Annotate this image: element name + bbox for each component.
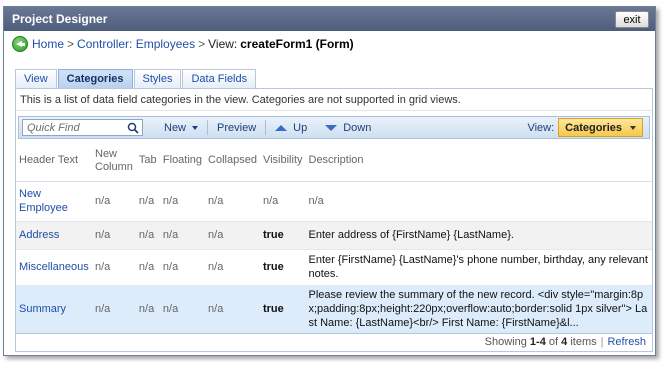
cell-description: Please review the summary of the new rec… <box>305 284 652 334</box>
cell-new-column: n/a <box>92 284 136 334</box>
tab-view[interactable]: View <box>15 69 57 88</box>
project-designer-window: Project Designer exit Home > Controller:… <box>3 6 656 356</box>
column-header-collapsed[interactable]: Collapsed <box>205 141 260 182</box>
new-button[interactable]: New <box>155 116 207 139</box>
breadcrumb-home[interactable]: Home <box>32 37 64 51</box>
cell-floating: n/a <box>159 181 206 222</box>
quick-find-box <box>22 119 143 136</box>
search-icon[interactable] <box>127 122 139 134</box>
cell-floating: n/a <box>159 284 206 334</box>
pager-range: 1-4 <box>529 335 546 348</box>
breadcrumb-separator: > <box>198 37 206 51</box>
breadcrumb-current: createForm1 (Form) <box>240 37 354 51</box>
table-row[interactable]: New Employee n/a n/a n/a n/a n/a n/a <box>16 181 652 222</box>
pager-divider: | <box>600 335 604 348</box>
cell-header-text[interactable]: Miscellaneous <box>16 249 92 286</box>
up-button-label: Up <box>293 121 308 134</box>
breadcrumb-current-prefix: View: <box>208 37 238 51</box>
new-button-label: New <box>164 121 187 134</box>
cell-collapsed: n/a <box>205 221 260 250</box>
pager-showing-prefix: Showing <box>484 335 527 348</box>
view-dropdown[interactable]: Categories <box>558 118 643 137</box>
column-header-visibility[interactable]: Visibility <box>259 141 306 182</box>
cell-header-text[interactable]: Address <box>16 221 92 250</box>
breadcrumb-separator: > <box>67 37 75 51</box>
cell-visibility: true <box>259 249 306 286</box>
categories-grid: Header Text New Column Tab Floating Coll… <box>16 141 652 334</box>
tab-categories[interactable]: Categories <box>57 69 133 88</box>
cell-visibility: n/a <box>259 181 306 222</box>
preview-button[interactable]: Preview <box>208 116 265 139</box>
arrow-up-icon <box>275 124 288 131</box>
column-header-floating[interactable]: Floating <box>159 141 206 182</box>
cell-visibility: true <box>259 284 306 334</box>
arrow-down-icon <box>325 124 338 131</box>
cell-collapsed: n/a <box>205 181 260 222</box>
cell-floating: n/a <box>159 249 206 286</box>
cell-description: n/a <box>305 181 652 222</box>
cell-new-column: n/a <box>92 249 136 286</box>
cell-floating: n/a <box>159 221 206 250</box>
cell-visibility: true <box>259 221 306 250</box>
pager-items-word: items <box>570 335 597 348</box>
pager-total: 4 <box>561 335 568 348</box>
table-row[interactable]: Summary n/a n/a n/a n/a true Please revi… <box>16 284 652 334</box>
pager-of: of <box>548 335 559 348</box>
cell-header-text[interactable]: New Employee <box>16 181 92 222</box>
categories-panel: This is a list of data field categories … <box>15 88 653 352</box>
cell-header-text[interactable]: Summary <box>16 284 92 334</box>
column-header-tab[interactable]: Tab <box>135 141 160 182</box>
cell-tab: n/a <box>135 221 160 250</box>
cell-tab: n/a <box>135 249 160 286</box>
cell-collapsed: n/a <box>205 249 260 286</box>
cell-collapsed: n/a <box>205 284 260 334</box>
table-row[interactable]: Address n/a n/a n/a n/a true Enter addre… <box>16 221 652 250</box>
tab-data-fields[interactable]: Data Fields <box>182 69 257 88</box>
cell-tab: n/a <box>135 181 160 222</box>
cell-new-column: n/a <box>92 181 136 222</box>
window-title: Project Designer <box>12 12 108 26</box>
cell-new-column: n/a <box>92 221 136 250</box>
cell-tab: n/a <box>135 284 160 334</box>
up-button[interactable]: Up <box>266 116 316 139</box>
cell-description: Enter {FirstName} {LastName}'s phone num… <box>305 249 652 286</box>
chevron-down-icon <box>192 125 199 130</box>
down-button-label: Down <box>343 121 372 134</box>
chevron-down-icon <box>630 125 636 130</box>
column-header-new-column[interactable]: New Column <box>92 141 136 182</box>
breadcrumb-controller[interactable]: Controller: Employees <box>77 37 195 51</box>
view-selector-label: View: <box>527 121 555 134</box>
down-button[interactable]: Down <box>316 116 380 139</box>
title-bar: Project Designer exit <box>4 7 655 31</box>
panel-description: This is a list of data field categories … <box>16 89 652 111</box>
tab-styles[interactable]: Styles <box>133 69 182 88</box>
view-selector: View: Categories <box>527 118 649 137</box>
table-row[interactable]: Miscellaneous n/a n/a n/a n/a true Enter… <box>16 249 652 286</box>
pager: Showing 1-4 of 4 items | Refresh <box>16 331 652 351</box>
quick-find-input[interactable] <box>23 121 123 134</box>
column-header-header-text[interactable]: Header Text <box>16 141 92 182</box>
action-bar: New Preview Up Down View: Categories <box>18 116 650 139</box>
home-icon[interactable] <box>12 36 28 52</box>
column-header-description[interactable]: Description <box>305 141 652 182</box>
tab-strip: View Categories Styles Data Fields <box>15 69 257 88</box>
view-dropdown-value: Categories <box>565 121 622 134</box>
cell-description: Enter address of {FirstName} {LastName}. <box>305 221 652 250</box>
grid-header-row: Header Text New Column Tab Floating Coll… <box>16 141 652 182</box>
refresh-link[interactable]: Refresh <box>607 336 646 348</box>
exit-button[interactable]: exit <box>615 11 649 28</box>
breadcrumb: Home > Controller: Employees > View: cre… <box>4 31 655 57</box>
